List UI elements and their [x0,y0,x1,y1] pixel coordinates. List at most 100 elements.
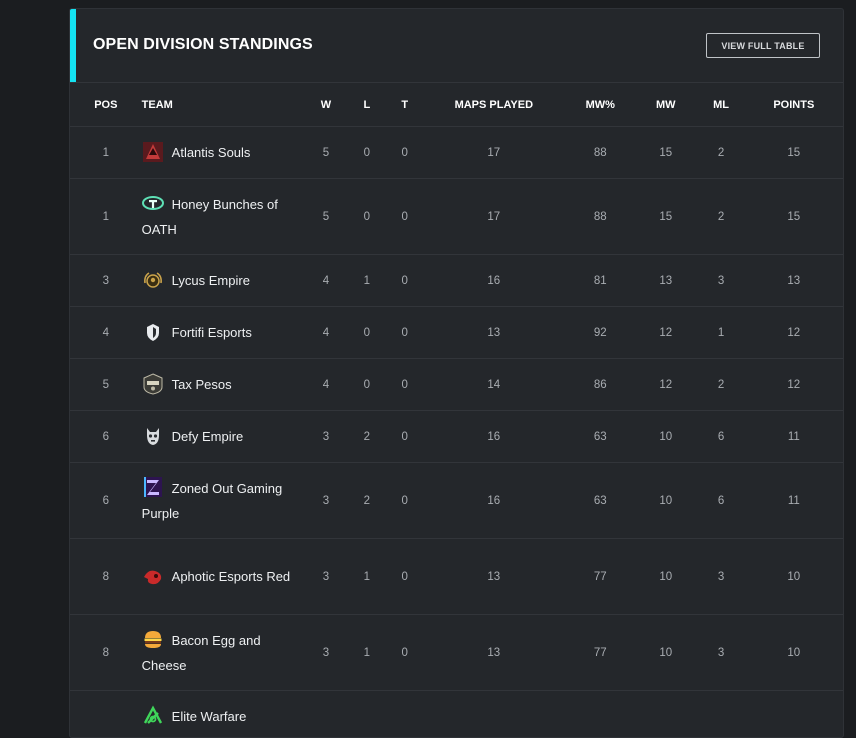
cell-t [388,691,421,738]
cell-pos: 6 [70,463,142,539]
cell-ml: 3 [698,539,745,615]
cell-t: 0 [388,411,421,463]
cell-ml: 1 [698,307,745,359]
cell-ml [698,691,745,738]
cell-mw: 10 [634,539,697,615]
cell-maps-played: 13 [421,615,566,691]
cell-mw-pct [567,691,635,738]
cell-t: 0 [388,463,421,539]
cell-mw: 13 [634,255,697,307]
cell-l: 0 [345,307,388,359]
standings-panel: OPEN DIVISION STANDINGS VIEW FULL TABLE … [69,8,844,738]
cell-maps-played: 17 [421,127,566,179]
cell-ml: 6 [698,411,745,463]
cell-l: 2 [345,411,388,463]
cell-l: 1 [345,615,388,691]
team-name-link[interactable]: Fortifi Esports [172,325,252,340]
table-row: 1Honey Bunches of OATH500178815215 [70,179,843,255]
table-row: 6Defy Empire320166310611 [70,411,843,463]
cell-w: 3 [306,411,345,463]
cell-points: 15 [745,127,843,179]
team-name-link[interactable]: Elite Warfare [172,709,247,724]
cell-ml: 3 [698,615,745,691]
cell-w: 4 [306,359,345,411]
team-name-link[interactable]: Tax Pesos [172,377,232,392]
cell-mw: 10 [634,411,697,463]
cell-maps-played [421,691,566,738]
table-row: Elite Warfare [70,691,843,738]
zoned-out-logo-icon [142,476,164,498]
cell-points: 10 [745,615,843,691]
cell-t: 0 [388,255,421,307]
cell-team: Aphotic Esports Red [142,539,307,615]
cell-w: 4 [306,255,345,307]
cell-pos: 8 [70,539,142,615]
cell-t: 0 [388,179,421,255]
col-header-pos: POS [70,83,142,127]
cell-points: 12 [745,307,843,359]
elite-warfare-logo-icon [142,705,164,727]
team-name-link[interactable]: Lycus Empire [172,273,250,288]
cell-team: Bacon Egg and Cheese [142,615,307,691]
burger-logo-icon [142,628,164,650]
cell-team: Defy Empire [142,411,307,463]
cell-mw: 12 [634,307,697,359]
table-row: 3Lycus Empire410168113313 [70,255,843,307]
cell-mw: 15 [634,127,697,179]
table-row: 5Tax Pesos400148612212 [70,359,843,411]
cell-team: Honey Bunches of OATH [142,179,307,255]
cell-mw-pct: 86 [567,359,635,411]
cell-w: 3 [306,615,345,691]
col-header-ml: ML [698,83,745,127]
cell-points: 11 [745,411,843,463]
col-header-maps-played: MAPS PLAYED [421,83,566,127]
cell-ml: 6 [698,463,745,539]
team-name-link[interactable]: Aphotic Esports Red [172,569,291,584]
cell-w: 3 [306,539,345,615]
cell-points [745,691,843,738]
cell-mw-pct: 88 [567,179,635,255]
cell-w: 5 [306,179,345,255]
cell-pos: 6 [70,411,142,463]
col-header-mw: MW [634,83,697,127]
team-name-link[interactable]: Atlantis Souls [172,145,251,160]
defy-empire-logo-icon [142,425,164,447]
cell-pos: 8 [70,615,142,691]
cell-mw-pct: 63 [567,411,635,463]
standings-header: OPEN DIVISION STANDINGS VIEW FULL TABLE [70,9,843,83]
cell-mw-pct: 88 [567,127,635,179]
cell-w: 4 [306,307,345,359]
cell-points: 13 [745,255,843,307]
view-full-table-button[interactable]: VIEW FULL TABLE [706,33,820,58]
cell-ml: 2 [698,359,745,411]
cell-team: Lycus Empire [142,255,307,307]
col-header-t: T [388,83,421,127]
cell-l: 1 [345,539,388,615]
cell-l: 0 [345,127,388,179]
cell-points: 15 [745,179,843,255]
page-title: OPEN DIVISION STANDINGS [93,36,313,54]
team-name-link[interactable]: Defy Empire [172,429,244,444]
cell-mw [634,691,697,738]
col-header-team: TEAM [142,83,307,127]
cell-points: 11 [745,463,843,539]
cell-maps-played: 13 [421,307,566,359]
table-header-row: POS TEAM W L T MAPS PLAYED MW% MW ML POI… [70,83,843,127]
cell-team: Zoned Out Gaming Purple [142,463,307,539]
atlantis-souls-logo-icon [142,141,164,163]
cell-l: 2 [345,463,388,539]
cell-pos: 1 [70,127,142,179]
standings-table: POS TEAM W L T MAPS PLAYED MW% MW ML POI… [70,83,843,738]
cell-maps-played: 16 [421,463,566,539]
cell-team: Fortifi Esports [142,307,307,359]
col-header-points: POINTS [745,83,843,127]
col-header-l: L [345,83,388,127]
cell-mw-pct: 92 [567,307,635,359]
cell-mw-pct: 77 [567,615,635,691]
cell-t: 0 [388,127,421,179]
cell-maps-played: 13 [421,539,566,615]
cell-pos: 4 [70,307,142,359]
cell-mw: 10 [634,463,697,539]
cell-mw-pct: 63 [567,463,635,539]
cell-l: 0 [345,359,388,411]
